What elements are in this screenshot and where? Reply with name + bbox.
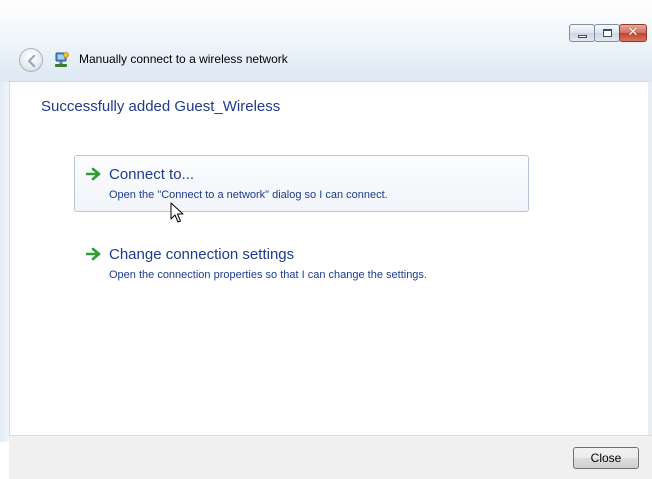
- button-bar: [9, 435, 652, 479]
- connect-to-option[interactable]: Connect to... Open the "Connect to a net…: [74, 155, 529, 212]
- back-button[interactable]: [19, 48, 43, 72]
- mouse-cursor-icon: [170, 202, 184, 223]
- window-title: Manually connect to a wireless network: [79, 52, 288, 66]
- back-arrow-icon: [27, 54, 36, 68]
- maximize-button[interactable]: [594, 24, 620, 42]
- change-settings-description: Open the connection properties so that I…: [109, 269, 427, 281]
- dialog-window: ✕ Manually connect to a wireless network…: [0, 0, 652, 479]
- window-controls: ✕: [569, 24, 647, 42]
- close-button[interactable]: Close: [573, 447, 639, 469]
- maximize-icon: [603, 29, 612, 37]
- minimize-button[interactable]: [569, 24, 595, 42]
- minimize-icon: [578, 35, 587, 38]
- close-icon: ✕: [627, 25, 639, 40]
- wireless-network-icon: [55, 52, 69, 67]
- connect-to-description: Open the "Connect to a network" dialog s…: [109, 189, 388, 201]
- connect-to-title: Connect to...: [109, 166, 195, 183]
- change-connection-settings-option[interactable]: Change connection settings Open the conn…: [74, 235, 529, 292]
- green-arrow-icon: [86, 247, 101, 261]
- title-bar: [0, 0, 652, 82]
- green-arrow-icon: [86, 167, 101, 181]
- page-title: Successfully added Guest_Wireless: [41, 98, 281, 115]
- close-window-button[interactable]: ✕: [619, 24, 647, 42]
- change-settings-title: Change connection settings: [109, 246, 295, 263]
